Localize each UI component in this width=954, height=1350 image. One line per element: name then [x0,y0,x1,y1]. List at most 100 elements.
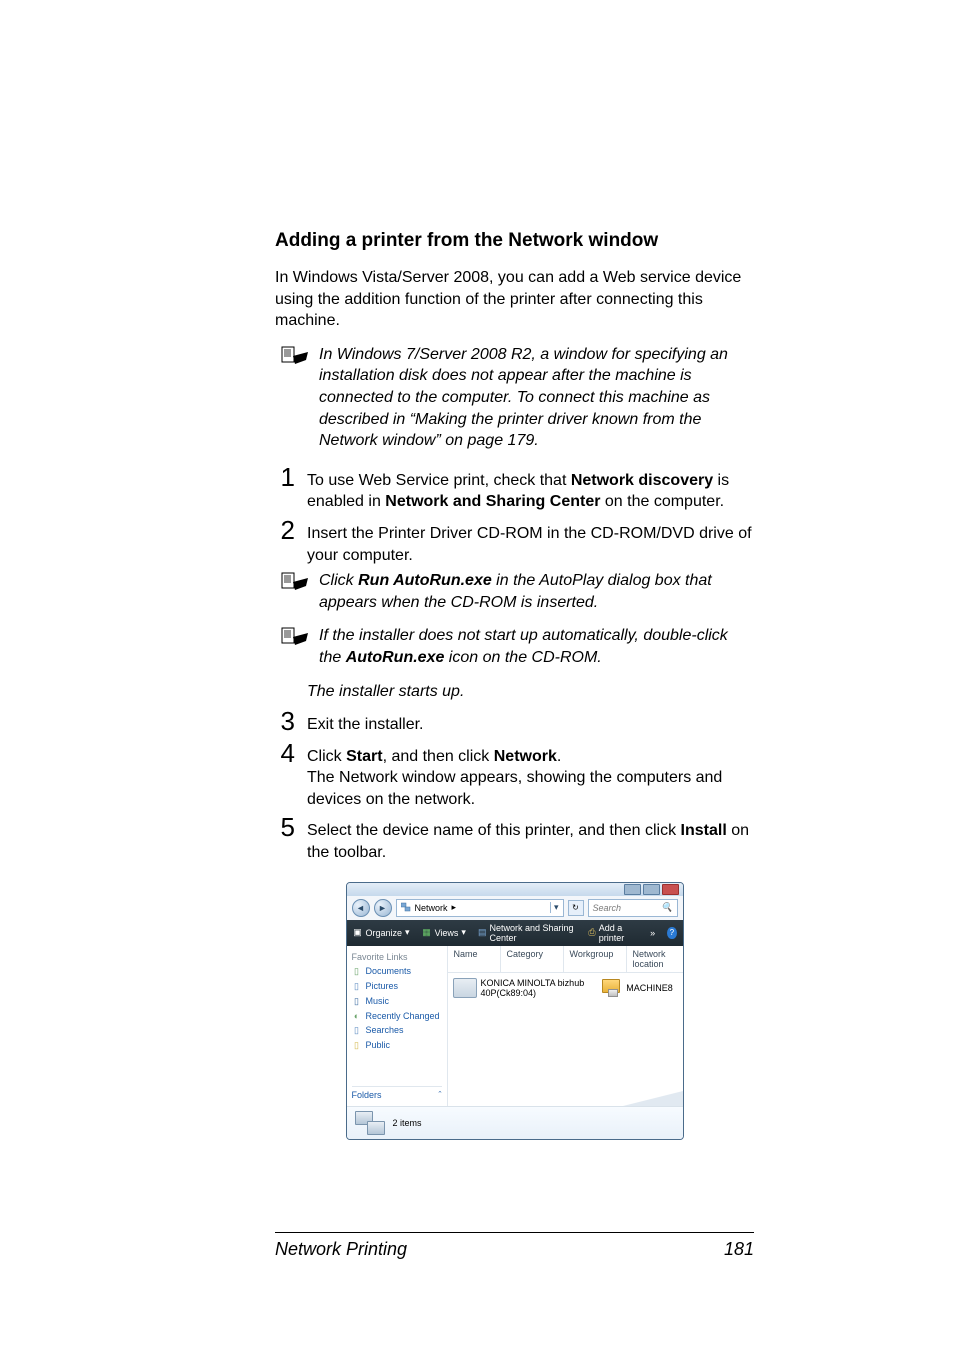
file-list-pane: Name Category Workgroup Network location… [448,946,683,1106]
t: icon on the CD-ROM. [444,649,601,666]
note-version-text: In Windows 7/Server 2008 R2, a window fo… [319,344,754,452]
views-label: Views [435,928,459,938]
fav-link-documents[interactable]: ▯Documents [352,966,442,977]
toolbar-views[interactable]: ▦Views ▾ [422,927,466,938]
fav-link-searches[interactable]: ▯ Searches [352,1025,442,1036]
chevron-up-icon: ˆ [439,1090,442,1100]
t: Network and Sharing Center [385,493,600,510]
col-name[interactable]: Name [448,946,501,972]
fav-link-public[interactable]: ▯Public [352,1040,442,1051]
window-titlebar [347,883,683,896]
step-number: 1 [275,464,295,513]
folders-toggle[interactable]: Folders ˆ [352,1086,442,1100]
network-pc-item[interactable]: MACHINE8 [600,978,673,999]
path-label: Network [415,903,448,913]
t: Network [494,748,557,765]
step-5-text: Select the device name of this printer, … [307,814,754,863]
favorite-links-pane: Favorite Links ▯Documents ▯Pictures ▯Mus… [347,946,448,1106]
forward-button[interactable]: ► [374,899,392,917]
t: To use Web Service print, check that [307,472,571,489]
printer-icon: ⎙ [588,927,596,938]
note-autorun: Click Run AutoRun.exe in the AutoPlay di… [275,570,754,613]
views-icon: ▦ [422,927,432,938]
pc-label: MACHINE8 [626,983,673,993]
step-3-text: Exit the installer. [307,708,754,736]
t: Start [346,748,382,765]
favorite-links-header: Favorite Links [352,952,442,962]
toolbar: ▣Organize ▾ ▦Views ▾ ▤Network and Sharin… [347,920,683,946]
organize-label: Organize [366,928,403,938]
back-button[interactable]: ◄ [352,899,370,917]
close-button[interactable] [662,884,679,895]
public-icon: ▯ [352,1040,362,1051]
computer-icon [600,979,622,997]
searches-icon: ▯ [352,1025,362,1036]
step-1: 1 To use Web Service print, check that N… [275,464,754,513]
device-label: KONICA MINOLTA bizhub 40P(Ck89:04) [481,978,585,999]
path-dropdown[interactable]: ▾ [550,902,559,913]
toolbar-network-sharing-center[interactable]: ▤Network and Sharing Center [478,923,576,943]
status-network-icon [355,1111,385,1135]
folders-label: Folders [352,1090,382,1100]
t: AutoRun.exe [346,649,445,666]
note-doubleclick: If the installer does not start up autom… [275,625,754,668]
toolbar-overflow[interactable]: » [650,928,655,938]
help-button[interactable]: ? [667,927,676,939]
lbl: Pictures [366,981,399,991]
search-placeholder: Search [593,903,622,913]
device-icon [453,978,477,998]
t: . [557,748,561,765]
col-category[interactable]: Category [501,946,564,972]
t: Install [681,822,727,839]
step-number: 4 [275,740,295,811]
step-1-text: To use Web Service print, check that Net… [307,464,754,513]
address-bar[interactable]: Network ▸ ▾ [396,899,564,917]
lbl: Music [366,996,390,1006]
col-network-location[interactable]: Network location [627,946,683,972]
note-doubleclick-text: If the installer does not start up autom… [319,625,754,668]
minimize-button[interactable] [624,884,641,895]
nav-bar: ◄ ► Network ▸ ▾ ↻ Search 🔍 [347,896,683,920]
note-icon [275,344,309,452]
refresh-button[interactable]: ↻ [568,900,584,916]
device-line1: KONICA MINOLTA bizhub [481,978,585,988]
note-icon [275,570,309,613]
maximize-button[interactable] [643,884,660,895]
note-autorun-text: Click Run AutoRun.exe in the AutoPlay di… [319,570,754,613]
status-bar: 2 items [347,1106,683,1139]
fav-link-music[interactable]: ▯Music [352,996,442,1007]
toolbar-organize[interactable]: ▣Organize ▾ [353,927,410,938]
step-4-text: Click Start, and then click Network. The… [307,740,754,811]
t: Click [319,572,358,589]
status-text: 2 items [393,1118,422,1128]
lbl: Searches [366,1025,404,1035]
network-icon [401,902,411,914]
device-line2: 40P(Ck89:04) [481,988,537,998]
nsc-label: Network and Sharing Center [489,923,576,943]
column-headers[interactable]: Name Category Workgroup Network location [448,946,683,973]
search-input[interactable]: Search 🔍 [588,899,678,917]
organize-icon: ▣ [353,927,363,938]
nsc-icon: ▤ [478,927,487,938]
step-number: 2 [275,517,295,566]
fav-link-recently-changed[interactable]: ◐ Recently Changed [352,1011,442,1021]
toolbar-add-printer[interactable]: ⎙Add a printer [588,923,638,943]
footer-section-title: Network Printing [275,1239,407,1260]
step-4-sub: The Network window appears, showing the … [307,769,722,808]
footer-rule [275,1232,754,1233]
step-4: 4 Click Start, and then click Network. T… [275,740,754,811]
note-version: In Windows 7/Server 2008 R2, a window fo… [275,344,754,452]
lbl: Recently Changed [366,1011,440,1021]
resize-grip[interactable] [623,1091,683,1106]
t: , and then click [383,748,494,765]
lbl: Documents [366,966,412,976]
page-footer: Network Printing 181 [275,1232,754,1260]
network-device-item[interactable]: KONICA MINOLTA bizhub 40P(Ck89:04) [453,978,585,999]
recent-icon: ◐ [352,1011,362,1021]
network-window-screenshot: ◄ ► Network ▸ ▾ ↻ Search 🔍 ▣O [275,882,754,1140]
step-number: 3 [275,708,295,736]
search-icon: 🔍 [661,902,672,913]
step-2: 2 Insert the Printer Driver CD-ROM in th… [275,517,754,566]
col-workgroup[interactable]: Workgroup [564,946,627,972]
fav-link-pictures[interactable]: ▯Pictures [352,981,442,992]
